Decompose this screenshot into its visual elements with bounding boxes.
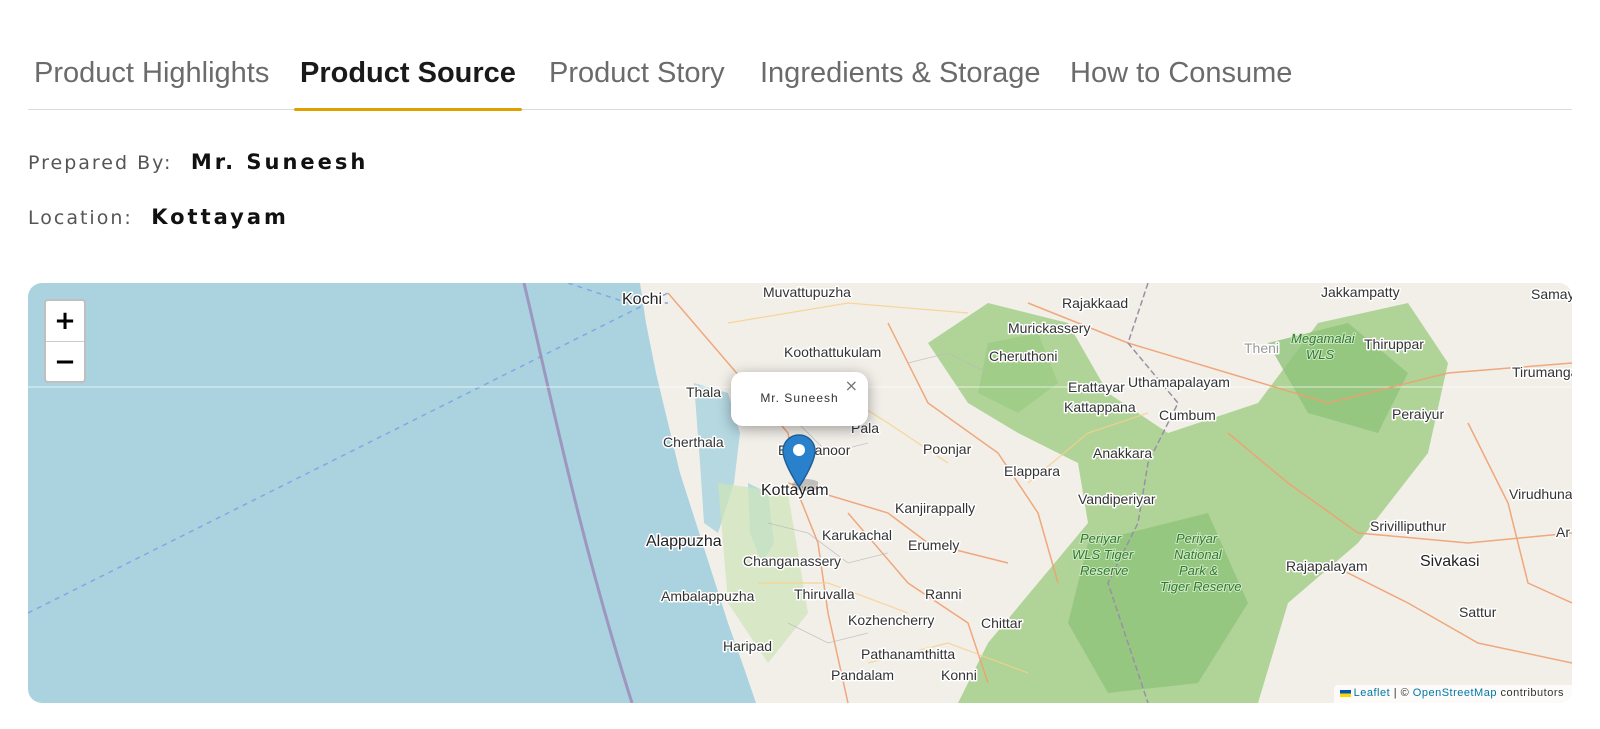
- location-value: Kottayam: [151, 205, 289, 229]
- label-cheruthoni: Cheruthoni: [989, 348, 1058, 364]
- label-jakkampatty: Jakkampatty: [1321, 284, 1400, 300]
- label-srivilliputhur: Srivilliputhur: [1370, 518, 1447, 534]
- prepared-by-value: Mr. Suneesh: [190, 150, 369, 174]
- prepared-by-row: Prepared By: Mr. Suneesh: [28, 150, 368, 174]
- label-periyar-np-1: Periyar: [1176, 531, 1218, 546]
- label-sattur: Sattur: [1459, 604, 1497, 620]
- label-rajapalayam: Rajapalayam: [1286, 558, 1368, 574]
- label-uthamapalayam: Uthamapalayam: [1128, 374, 1230, 390]
- label-ar: Ar: [1556, 524, 1570, 540]
- label-haripad: Haripad: [723, 638, 772, 654]
- label-kozhencherry: Kozhencherry: [848, 612, 934, 628]
- map-marker-icon[interactable]: [782, 433, 818, 493]
- source-map[interactable]: Kochi Muvattupuzha Rajakkaad Jakkampatty…: [28, 283, 1572, 703]
- map-attribution: Leaflet | © OpenStreetMap contributors: [1333, 685, 1572, 703]
- tab-product-source[interactable]: Product Source: [294, 36, 522, 111]
- label-thiruppar: Thiruppar: [1364, 336, 1424, 352]
- tab-ingredients-storage[interactable]: Ingredients & Storage: [754, 36, 1047, 109]
- label-vandiperiyar: Vandiperiyar: [1078, 491, 1156, 507]
- label-tirumanga: Tirumanga: [1512, 364, 1572, 380]
- label-muvattupuzha: Muvattupuzha: [763, 284, 851, 300]
- label-thala: Thala: [686, 384, 721, 400]
- label-anakkara: Anakkara: [1093, 445, 1152, 461]
- zoom-control: + −: [44, 299, 86, 383]
- label-erattayar: Erattayar: [1068, 379, 1125, 395]
- openstreetmap-link[interactable]: OpenStreetMap: [1413, 687, 1497, 699]
- label-cumbum: Cumbum: [1159, 407, 1216, 423]
- ukraine-flag-icon: [1339, 689, 1351, 697]
- label-kanjirappally: Kanjirappally: [895, 500, 975, 516]
- label-karukachal: Karukachal: [822, 527, 892, 543]
- label-megamalai: Megamalai: [1291, 331, 1356, 346]
- location-row: Location: Kottayam: [28, 205, 289, 229]
- label-samay: Samay: [1531, 286, 1572, 302]
- prepared-by-label: Prepared By:: [28, 152, 173, 174]
- tab-product-highlights[interactable]: Product Highlights: [28, 36, 275, 109]
- label-wls: WLS: [1306, 347, 1335, 362]
- label-theni: Theni: [1244, 340, 1279, 356]
- zoom-out-button[interactable]: −: [46, 341, 84, 381]
- label-changanassery: Changanassery: [743, 553, 841, 569]
- attribution-suffix: contributors: [1500, 687, 1564, 699]
- label-kattappana: Kattappana: [1064, 399, 1136, 415]
- label-chittar: Chittar: [981, 615, 1023, 631]
- label-murickassery: Murickassery: [1008, 320, 1090, 336]
- label-virudhunagar: Virudhunaga: [1509, 486, 1572, 502]
- label-poonjar: Poonjar: [923, 441, 972, 457]
- label-alappuzha: Alappuzha: [646, 533, 722, 550]
- label-periyar-wls-3: Reserve: [1080, 563, 1128, 578]
- label-periyar-np-4: Tiger Reserve: [1160, 579, 1242, 594]
- label-thiruvalla: Thiruvalla: [794, 586, 855, 602]
- zoom-in-button[interactable]: +: [46, 301, 84, 341]
- location-label: Location:: [28, 207, 133, 229]
- map-tiles[interactable]: Kochi Muvattupuzha Rajakkaad Jakkampatty…: [28, 283, 1572, 703]
- marker-popup: Mr. Suneesh ×: [731, 372, 868, 426]
- label-periyar-np-3: Park &: [1179, 563, 1218, 578]
- label-elappara: Elappara: [1004, 463, 1060, 479]
- label-kochi: Kochi: [622, 291, 662, 308]
- label-sivakasi: Sivakasi: [1420, 553, 1480, 570]
- close-icon[interactable]: ×: [845, 376, 858, 395]
- label-pathanamthitta: Pathanamthitta: [861, 646, 955, 662]
- label-rajakkaad: Rajakkaad: [1062, 295, 1128, 311]
- label-ranni: Ranni: [925, 586, 962, 602]
- label-periyar-np-2: National: [1174, 547, 1223, 562]
- tab-product-story[interactable]: Product Story: [543, 36, 731, 109]
- tab-how-to-consume[interactable]: How to Consume: [1064, 36, 1298, 109]
- label-erumely: Erumely: [908, 537, 959, 553]
- label-peraiyur: Peraiyur: [1392, 406, 1444, 422]
- label-ambalappuzha: Ambalappuzha: [661, 588, 755, 604]
- product-tabs: Product Highlights Product Source Produc…: [28, 36, 1572, 111]
- label-koothattukulam: Koothattukulam: [784, 344, 881, 360]
- label-periyar-wls-2: WLS Tiger: [1072, 547, 1134, 562]
- label-periyar-wls-1: Periyar: [1080, 531, 1122, 546]
- label-konni: Konni: [941, 667, 977, 683]
- label-pandalam: Pandalam: [831, 667, 894, 683]
- label-cherthala: Cherthala: [663, 434, 724, 450]
- attribution-separator: | ©: [1393, 687, 1410, 699]
- leaflet-link[interactable]: Leaflet: [1354, 687, 1391, 699]
